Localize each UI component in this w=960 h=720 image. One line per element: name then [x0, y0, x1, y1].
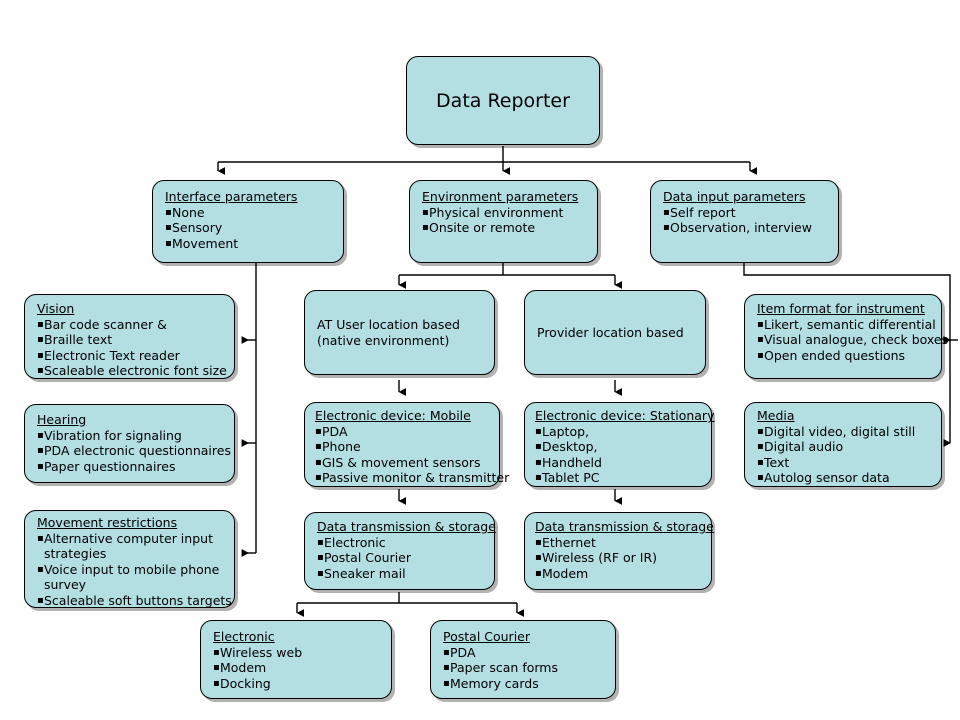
list-item: Handheld	[535, 455, 711, 471]
list-item: Desktop,	[535, 439, 711, 455]
node-bullet-list: Self report Observation, interview	[663, 205, 838, 236]
node-environment-parameters[interactable]: Environment parameters Physical environm…	[409, 180, 598, 263]
list-item: PDA	[443, 645, 615, 661]
node-device-mobile[interactable]: Electronic device: Mobile PDA Phone GIS …	[304, 402, 509, 487]
list-item: Physical environment	[422, 205, 597, 221]
list-item: Open ended questions	[757, 348, 941, 364]
list-item: Passive monitor & transmitter	[315, 470, 509, 486]
list-item: Electronic Text reader	[37, 348, 234, 364]
node-title: Postal Courier	[443, 629, 530, 644]
list-item: Wireless (RF or IR)	[535, 550, 711, 566]
node-title: Vision	[37, 301, 75, 316]
node-bullet-list: Likert, semantic differential Visual ana…	[757, 317, 948, 364]
node-title: Environment parameters	[422, 189, 579, 204]
node-bullet-list: Physical environment Onsite or remote	[422, 205, 597, 236]
node-provider-location[interactable]: Provider location based	[524, 290, 706, 375]
list-item: Digital video, digital still	[757, 424, 941, 440]
node-title: Hearing	[37, 412, 87, 427]
node-title: Electronic	[213, 629, 275, 644]
node-data-reporter[interactable]: Data Reporter	[406, 56, 600, 145]
node-transmission-stationary[interactable]: Data transmission & storage Ethernet Wir…	[524, 512, 714, 590]
list-item: Movement	[165, 236, 343, 252]
node-bullet-list: Electronic Postal Courier Sneaker mail	[317, 535, 494, 582]
node-title: Data input parameters	[663, 189, 806, 204]
node-title: Data transmission & storage	[317, 519, 496, 534]
list-item: Observation, interview	[663, 220, 838, 236]
node-bullet-list: Digital video, digital still Digital aud…	[757, 424, 941, 486]
node-bullet-list: Laptop, Desktop, Handheld Tablet PC	[535, 424, 711, 486]
node-device-stationary[interactable]: Electronic device: Stationary Laptop, De…	[524, 402, 715, 487]
list-item: Sensory	[165, 220, 343, 236]
node-bullet-list: PDA Phone GIS & movement sensors Passive…	[315, 424, 509, 486]
list-item: Paper scan forms	[443, 660, 615, 676]
list-item: Docking	[213, 676, 391, 692]
list-item: Voice input to mobile phone survey	[37, 562, 234, 593]
list-item: PDA	[315, 424, 499, 440]
list-item: GIS & movement sensors	[315, 455, 499, 471]
list-item: Ethernet	[535, 535, 711, 551]
list-item: Digital audio	[757, 439, 941, 455]
node-title: Media	[757, 408, 795, 423]
list-item: Vibration for signaling	[37, 428, 234, 444]
diagram-canvas: Data Reporter Interface parameters None …	[0, 0, 960, 720]
node-title: Electronic device: Mobile	[315, 408, 471, 423]
list-item: Alternative computer input strategies	[37, 531, 234, 562]
list-item: Onsite or remote	[422, 220, 597, 236]
list-item: Tablet PC	[535, 470, 711, 486]
node-title: Movement restrictions	[37, 515, 178, 530]
node-title: Item format for instrument	[757, 301, 925, 316]
list-item: Memory cards	[443, 676, 615, 692]
node-transmission-mobile[interactable]: Data transmission & storage Electronic P…	[304, 512, 496, 590]
node-bullet-list: Wireless web Modem Docking	[213, 645, 391, 692]
list-item: Scaleable soft buttons targets	[37, 593, 234, 609]
list-item: Text	[757, 455, 941, 471]
list-item: Laptop,	[535, 424, 711, 440]
list-item: Scaleable electronic font size	[37, 363, 234, 379]
list-item: Sneaker mail	[317, 566, 494, 582]
node-title: AT User location based (native environme…	[317, 316, 460, 348]
node-title: Data transmission & storage	[535, 519, 714, 534]
node-vision[interactable]: Vision Bar code scanner & Braille text E…	[24, 294, 235, 379]
node-bullet-list: Alternative computer input strategies Vo…	[37, 531, 234, 609]
node-bullet-list: PDA Paper scan forms Memory cards	[443, 645, 615, 692]
node-at-user-location[interactable]: AT User location based (native environme…	[304, 290, 495, 375]
node-title: Data Reporter	[436, 89, 570, 112]
node-title: Electronic device: Stationary	[535, 408, 715, 423]
node-bullet-list: Bar code scanner & Braille text Electron…	[37, 317, 234, 379]
list-item: Visual analogue, check boxes	[757, 332, 948, 348]
list-item: Autolog sensor data	[757, 470, 941, 486]
node-bullet-list: Vibration for signaling PDA electronic q…	[37, 428, 234, 475]
list-item: Braille text	[37, 332, 234, 348]
list-item: Electronic	[317, 535, 494, 551]
list-item: Modem	[213, 660, 391, 676]
node-interface-parameters[interactable]: Interface parameters None Sensory Moveme…	[152, 180, 344, 263]
list-item: Bar code scanner &	[37, 317, 234, 333]
list-item: None	[165, 205, 343, 221]
list-item: Modem	[535, 566, 711, 582]
node-electronic[interactable]: Electronic Wireless web Modem Docking	[200, 620, 392, 699]
list-item: Likert, semantic differential	[757, 317, 941, 333]
list-item: Paper questionnaires	[37, 459, 234, 475]
node-hearing[interactable]: Hearing Vibration for signaling PDA elec…	[24, 404, 235, 483]
list-item: Postal Courier	[317, 550, 494, 566]
node-movement-restrictions[interactable]: Movement restrictions Alternative comput…	[24, 510, 235, 608]
list-item: Self report	[663, 205, 838, 221]
node-title: Provider location based	[537, 324, 684, 340]
list-item: Wireless web	[213, 645, 391, 661]
list-item: PDA electronic questionnaires	[37, 443, 234, 459]
node-bullet-list: Ethernet Wireless (RF or IR) Modem	[535, 535, 711, 582]
node-postal-courier[interactable]: Postal Courier PDA Paper scan forms Memo…	[430, 620, 616, 699]
node-bullet-list: None Sensory Movement	[165, 205, 343, 252]
node-item-format[interactable]: Item format for instrument Likert, seman…	[744, 294, 948, 379]
node-title: Interface parameters	[165, 189, 298, 204]
node-media[interactable]: Media Digital video, digital still Digit…	[744, 402, 942, 487]
node-data-input-parameters[interactable]: Data input parameters Self report Observ…	[650, 180, 839, 263]
list-item: Phone	[315, 439, 499, 455]
